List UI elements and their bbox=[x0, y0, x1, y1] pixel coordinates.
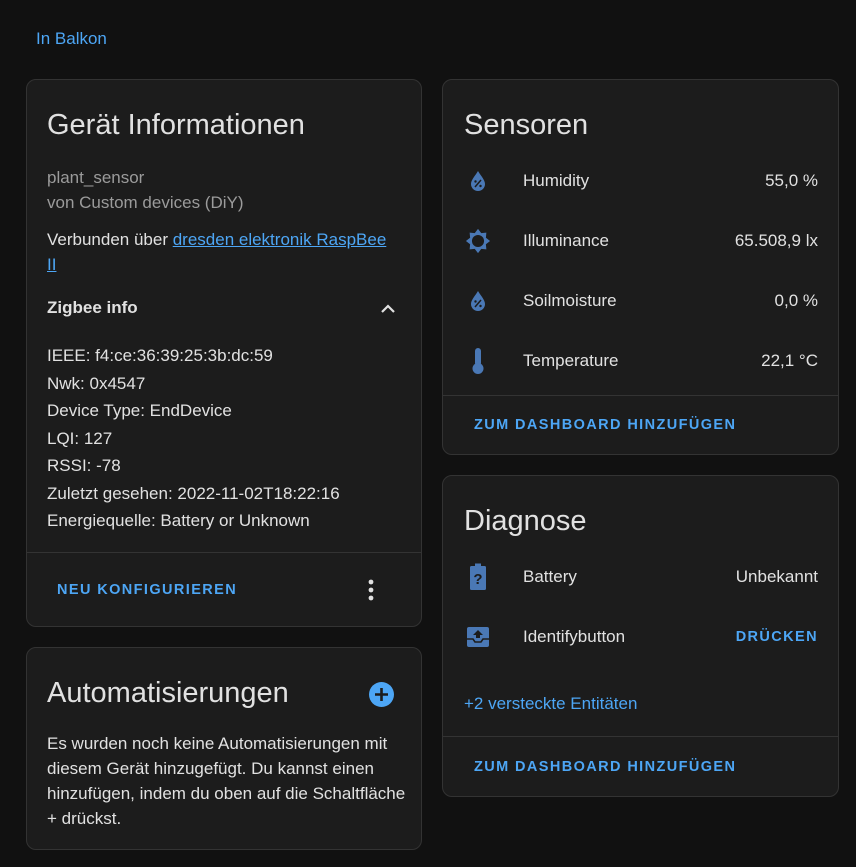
connected-via: Verbunden über dresden elektronik RaspBe… bbox=[47, 227, 397, 277]
hidden-entities-link[interactable]: +2 versteckte Entitäten bbox=[464, 694, 637, 714]
card-divider bbox=[27, 552, 421, 553]
zigbee-info-list: IEEE: f4:ce:36:39:25:3b:dc:59 Nwk: 0x454… bbox=[47, 342, 340, 535]
sensor-row-temperature[interactable]: Temperature 22,1 °C bbox=[443, 331, 838, 391]
inbox-arrow-up-icon bbox=[465, 624, 491, 650]
more-vert-icon[interactable] bbox=[361, 578, 381, 602]
sensor-name: Soilmoisture bbox=[523, 291, 617, 310]
brightness-icon bbox=[465, 228, 491, 254]
sensor-row-illuminance[interactable]: Illuminance 65.508,9 lx bbox=[443, 211, 838, 271]
water-percent-icon bbox=[465, 168, 491, 194]
automations-title: Automatisierungen bbox=[47, 677, 289, 709]
connected-via-label: Verbunden über bbox=[47, 230, 173, 249]
sensor-value: 65.508,9 lx bbox=[734, 231, 818, 250]
zigbee-rssi: RSSI: -78 bbox=[47, 456, 121, 475]
sensor-name: Illuminance bbox=[523, 231, 609, 250]
add-to-dashboard-button[interactable]: ZUM DASHBOARD HINZUFÜGEN bbox=[474, 759, 736, 775]
sensor-row-soilmoisture[interactable]: Soilmoisture 0,0 % bbox=[443, 271, 838, 331]
svg-text:?: ? bbox=[473, 571, 482, 588]
chevron-up-icon[interactable] bbox=[379, 300, 397, 318]
zigbee-last-seen: Zuletzt gesehen: 2022-11-02T18:22:16 bbox=[47, 483, 340, 503]
card-divider bbox=[443, 395, 838, 396]
water-percent-icon bbox=[465, 288, 491, 314]
diagnose-title: Diagnose bbox=[464, 505, 587, 537]
device-manufacturer: von Custom devices (DiY) bbox=[47, 193, 244, 212]
battery-unknown-icon: ? bbox=[465, 563, 491, 590]
sensor-name: Humidity bbox=[523, 171, 590, 190]
device-info-title: Gerät Informationen bbox=[47, 109, 305, 141]
add-to-dashboard-button[interactable]: ZUM DASHBOARD HINZUFÜGEN bbox=[474, 417, 736, 433]
sensors-title: Sensoren bbox=[464, 109, 589, 141]
zigbee-lqi: LQI: 127 bbox=[47, 428, 113, 448]
automations-card: Automatisierungen Es wurden noch keine A… bbox=[26, 647, 422, 850]
device-model: plant_sensor bbox=[47, 168, 145, 187]
sensors-card: Sensoren Humidity 55,0 % Illuminance 65.… bbox=[442, 79, 839, 455]
device-info-card: Gerät Informationen plant_sensor von Cus… bbox=[26, 79, 422, 627]
zigbee-device-type: Device Type: EndDevice bbox=[47, 401, 232, 420]
zigbee-info-title: Zigbee info bbox=[47, 298, 138, 317]
diagnose-row-battery[interactable]: ? Battery Unbekannt bbox=[443, 547, 838, 607]
press-button[interactable]: DRÜCKEN bbox=[736, 629, 818, 645]
diagnose-name: Identifybutton bbox=[523, 627, 626, 646]
zigbee-ieee: IEEE: f4:ce:36:39:25:3b:dc:59 bbox=[47, 346, 273, 365]
add-automation-icon[interactable] bbox=[368, 681, 395, 708]
thermometer-icon bbox=[465, 348, 491, 374]
automations-empty-text: Es wurden noch keine Automatisierungen m… bbox=[47, 734, 406, 828]
sensor-row-humidity[interactable]: Humidity 55,0 % bbox=[443, 151, 838, 211]
reconfigure-button[interactable]: NEU KONFIGURIEREN bbox=[57, 582, 237, 598]
diagnose-value: Unbekannt bbox=[735, 567, 818, 586]
sensor-value: 55,0 % bbox=[765, 171, 818, 190]
zigbee-info-header[interactable]: Zigbee info bbox=[47, 298, 397, 324]
diagnose-card: Diagnose ? Battery Unbekannt Identifybut… bbox=[442, 475, 839, 797]
sensor-value: 0,0 % bbox=[774, 291, 818, 310]
diagnose-row-identify[interactable]: Identifybutton DRÜCKEN bbox=[443, 607, 838, 667]
zigbee-power-source: Energiequelle: Battery or Unknown bbox=[47, 511, 310, 530]
sensor-value: 22,1 °C bbox=[761, 351, 818, 370]
zigbee-nwk: Nwk: 0x4547 bbox=[47, 373, 146, 393]
diagnose-name: Battery bbox=[523, 567, 577, 586]
card-divider bbox=[443, 736, 838, 737]
sensor-name: Temperature bbox=[523, 351, 619, 370]
area-breadcrumb-link[interactable]: In Balkon bbox=[36, 29, 107, 49]
